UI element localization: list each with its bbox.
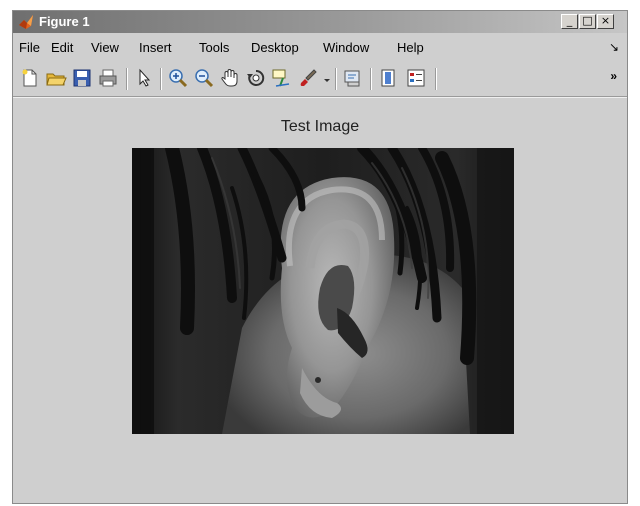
rotate-3d-icon[interactable] bbox=[245, 67, 267, 89]
save-figure-icon[interactable] bbox=[71, 67, 93, 89]
menu-desktop[interactable]: Desktop bbox=[251, 40, 299, 55]
axes-title: Test Image bbox=[280, 118, 360, 135]
edit-plot-arrow-icon[interactable] bbox=[133, 67, 155, 89]
menu-bar: File Edit View Insert Tools Desktop Wind… bbox=[13, 34, 627, 60]
menu-help[interactable]: Help bbox=[397, 40, 424, 55]
print-figure-icon[interactable] bbox=[97, 67, 119, 89]
link-plot-icon[interactable] bbox=[342, 67, 364, 89]
ear-photo-graphic bbox=[132, 148, 514, 434]
menu-window[interactable]: Window bbox=[323, 40, 369, 55]
toolbar-separator bbox=[370, 68, 372, 90]
toolbar-separator bbox=[160, 68, 162, 90]
menu-tools[interactable]: Tools bbox=[199, 40, 229, 55]
toolbar-overflow-icon[interactable]: » bbox=[610, 69, 617, 83]
title-bar[interactable]: Figure 1 _ □ × bbox=[13, 11, 627, 33]
figure-toolbar: » bbox=[13, 60, 627, 96]
test-image[interactable] bbox=[132, 148, 514, 434]
figure-window: Figure 1 _ □ × File Edit View Insert Too… bbox=[12, 10, 628, 504]
brush-dropdown-icon[interactable] bbox=[316, 67, 330, 89]
pan-hand-icon[interactable] bbox=[219, 67, 241, 89]
new-figure-icon[interactable] bbox=[19, 67, 41, 89]
toolbar-separator bbox=[126, 68, 128, 90]
open-file-icon[interactable] bbox=[45, 67, 67, 89]
window-title: Figure 1 bbox=[39, 14, 90, 29]
close-button[interactable]: × bbox=[597, 14, 614, 29]
menu-view[interactable]: View bbox=[91, 40, 119, 55]
menu-edit[interactable]: Edit bbox=[51, 40, 73, 55]
insert-colorbar-icon[interactable] bbox=[377, 67, 399, 89]
menu-file[interactable]: File bbox=[19, 40, 40, 55]
data-cursor-icon[interactable] bbox=[271, 67, 293, 89]
dock-arrow-icon[interactable]: ↘ bbox=[609, 40, 619, 54]
minimize-button[interactable]: _ bbox=[561, 14, 578, 29]
insert-legend-icon[interactable] bbox=[405, 67, 427, 89]
zoom-out-icon[interactable] bbox=[193, 67, 215, 89]
toolbar-separator bbox=[435, 68, 437, 90]
maximize-button[interactable]: □ bbox=[579, 14, 596, 29]
toolbar-separator bbox=[335, 68, 337, 90]
zoom-in-icon[interactable] bbox=[167, 67, 189, 89]
menu-insert[interactable]: Insert bbox=[139, 40, 172, 55]
matlab-logo-icon bbox=[19, 15, 33, 29]
toolbar-divider bbox=[13, 96, 627, 98]
